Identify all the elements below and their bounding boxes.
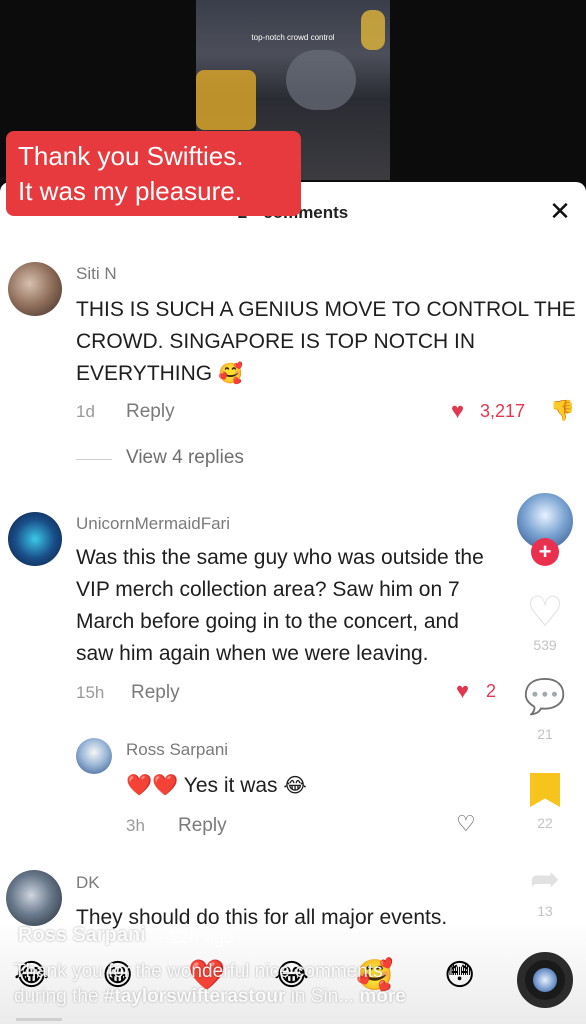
hearts-emoji-icon: ❤️❤️ <box>126 774 179 797</box>
video-author[interactable]: Ross Sarpani <box>18 924 146 947</box>
comment-text: Was this the same guy who was outside th… <box>76 542 556 670</box>
description-text: in Sin... <box>285 986 355 1007</box>
smiling-hearts-emoji-icon: 🥰 <box>218 363 243 385</box>
bookmarks-count: 22 <box>537 815 553 831</box>
comment-line: saw him again when we were leaving. <box>76 642 429 665</box>
avatar[interactable] <box>8 512 62 566</box>
likes-count: 539 <box>533 637 557 653</box>
comment-username[interactable]: Siti N <box>76 264 117 284</box>
video-description-line: Thank you for the wonderful nice comment… <box>14 961 383 982</box>
comment-body: Yes it was <box>183 774 278 797</box>
caption-line-1: Thank you Swifties. <box>18 141 244 171</box>
comment-text: THIS IS SUCH A GENIUS MOVE TO CONTROL TH… <box>76 294 576 390</box>
comment-username[interactable]: UnicornMermaidFari <box>76 514 230 534</box>
hashtag-link[interactable]: #taylorswifterastour <box>104 986 286 1007</box>
like-count: 2 <box>486 681 497 701</box>
video-overlay-caption: top-notch crowd control <box>251 33 335 42</box>
reply-button[interactable]: Reply <box>178 815 227 837</box>
avatar[interactable] <box>76 738 112 774</box>
comment-time: 3h <box>126 816 145 835</box>
comment-body: THIS IS SUCH A GENIUS MOVE TO CONTROL TH… <box>76 298 576 385</box>
video-time: · 12h ago <box>158 927 235 947</box>
heart-filled-icon[interactable]: ♥ <box>451 400 464 422</box>
comment-line: Was this the same guy who was outside th… <box>76 546 484 569</box>
close-icon[interactable]: ✕ <box>546 197 574 225</box>
comment-username[interactable]: Ross Sarpani <box>126 740 228 760</box>
comment-username[interactable]: DK <box>76 873 100 893</box>
comment-bubble-icon[interactable]: 💬 <box>515 677 575 717</box>
caption-line-2: It was my pleasure. <box>18 176 242 206</box>
video-light-shape <box>196 70 256 130</box>
comment-text: ❤️❤️ Yes it was 😂 <box>126 770 426 802</box>
music-cover <box>533 968 557 992</box>
avatar[interactable] <box>6 870 62 926</box>
flushed-emoji-icon: 😳 <box>444 959 476 992</box>
more-link[interactable]: more <box>359 986 405 1007</box>
comments-count: 21 <box>537 726 553 742</box>
comment-time: 15h <box>76 683 105 702</box>
divider <box>76 459 112 460</box>
video-description-line: during the #taylorswifterastour in Sin..… <box>14 986 406 1008</box>
reply-button[interactable]: Reply <box>126 401 175 423</box>
video-text-caption: Thank you Swifties. It was my pleasure. <box>6 131 301 216</box>
like-count: 3,217 <box>480 401 526 421</box>
description-text: during the <box>14 986 104 1007</box>
video-crowd-shape <box>286 50 356 110</box>
music-disc-icon[interactable] <box>517 952 573 1008</box>
comment-line: March before going in to the concert, an… <box>76 610 459 633</box>
view-replies-button[interactable]: View 4 replies <box>126 447 244 469</box>
comment-time: 1d <box>76 402 95 421</box>
heart-outline-icon[interactable]: ♡ <box>456 813 476 835</box>
laughing-emoji-icon: 😂 <box>283 775 307 797</box>
video-light-shape <box>361 10 385 50</box>
follow-plus-icon[interactable]: + <box>531 538 559 566</box>
video-progress-bar[interactable] <box>16 1018 62 1021</box>
comment-line: VIP merch collection area? Saw him on 7 <box>76 578 460 601</box>
shares-count: 13 <box>537 903 553 919</box>
avatar[interactable] <box>8 262 62 316</box>
heart-filled-icon[interactable]: ♥ <box>456 680 469 702</box>
dislike-icon[interactable]: 👎 <box>550 398 575 423</box>
share-arrow-icon[interactable]: ➦ <box>515 858 575 900</box>
reply-button[interactable]: Reply <box>131 682 180 704</box>
heart-icon[interactable]: ♡ <box>515 587 575 636</box>
